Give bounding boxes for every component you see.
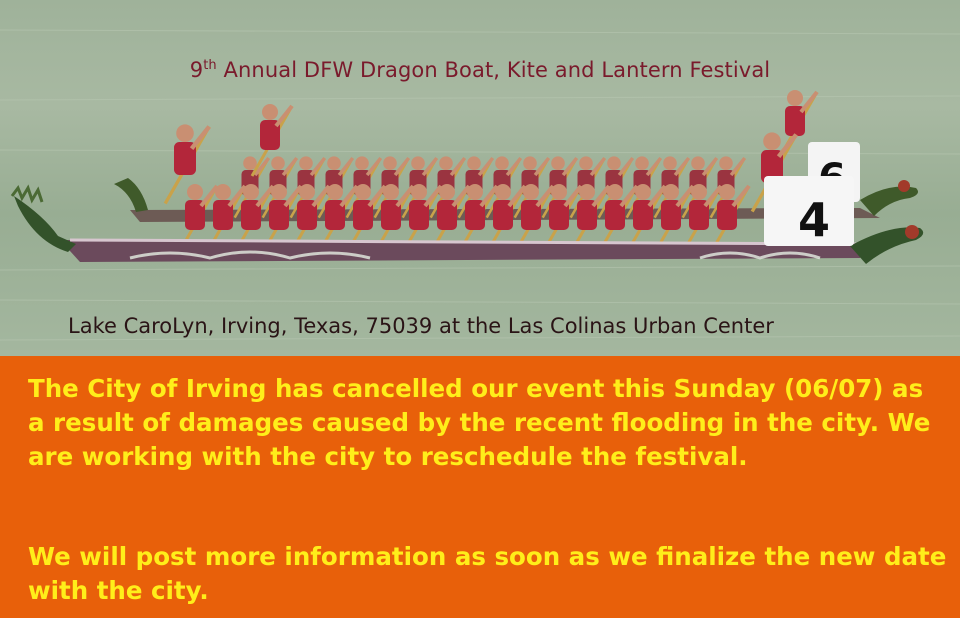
notice-paragraph-cancellation: The City of Irving has cancelled our eve…: [28, 374, 931, 471]
dragon-boat-scene: 6 4: [0, 29, 960, 341]
dragon-boat-photo: 6 4 9th Annual DFW Dragon Boat, Kite and…: [0, 0, 960, 356]
festival-banner: 6 4 9th Annual DFW Dragon Boat, Kite and…: [0, 0, 960, 618]
location-text: Lake CaroLyn, Irving, Texas, 75039 at th…: [68, 314, 774, 338]
paddler-crew: [163, 90, 819, 257]
title-ordinal-number: 9: [189, 58, 204, 82]
title-ordinal-suffix: th: [203, 58, 217, 73]
title-text: Annual DFW Dragon Boat, Kite and Lantern…: [223, 58, 771, 82]
boat-number-4: 4: [798, 193, 830, 247]
festival-title: 9th Annual DFW Dragon Boat, Kite and Lan…: [0, 58, 960, 82]
notice-paragraph-update: We will post more information as soon as…: [28, 542, 947, 605]
cancellation-notice: The City of Irving has cancelled our eve…: [0, 356, 960, 618]
